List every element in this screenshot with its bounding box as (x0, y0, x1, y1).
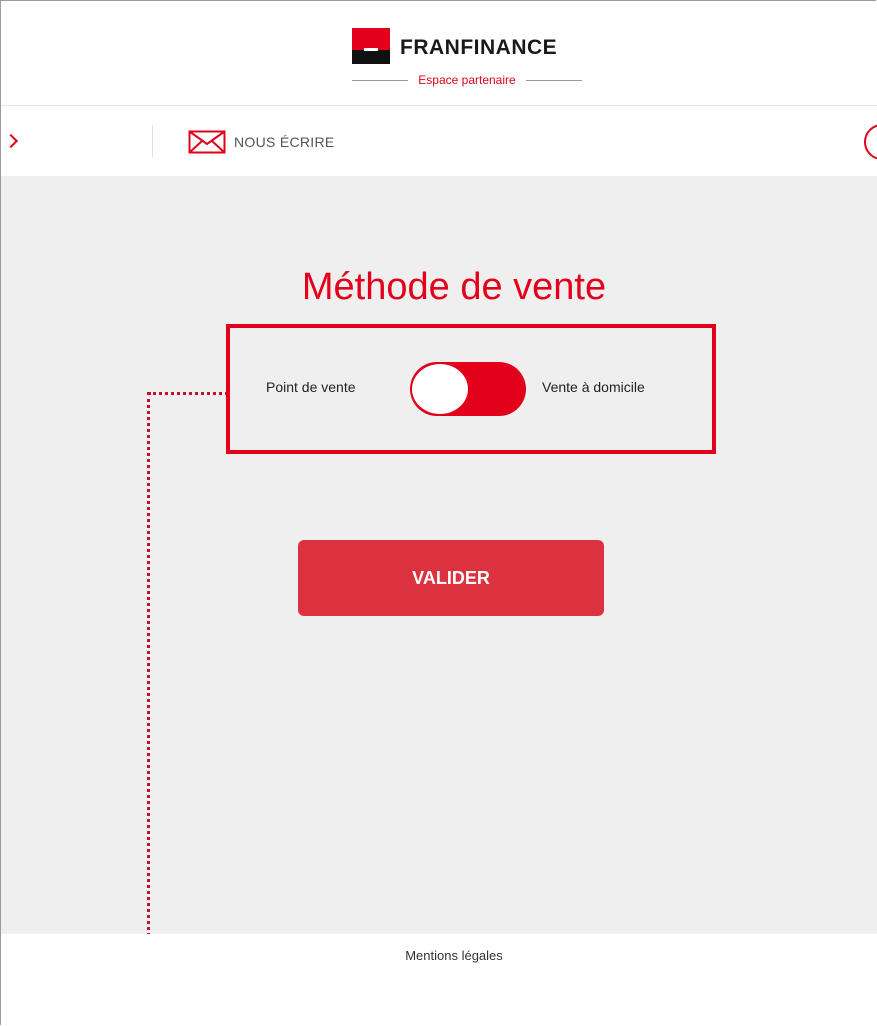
logo-mark-icon (352, 28, 390, 64)
envelope-icon (188, 130, 226, 154)
sales-method-toggle[interactable] (410, 362, 526, 416)
callout-line-horizontal (148, 392, 228, 395)
contact-link[interactable]: NOUS ÉCRIRE (188, 130, 335, 154)
franfinance-logo[interactable] (352, 28, 390, 64)
brand-name: FRANFINANCE (400, 36, 558, 59)
toolbar-separator (152, 125, 153, 157)
toggle-label-left[interactable]: Point de vente (266, 379, 356, 395)
toggle-label-right[interactable]: Vente à domicile (542, 379, 645, 395)
toggle-knob[interactable] (412, 364, 468, 414)
legal-mentions-link[interactable]: Mentions légales (0, 948, 877, 963)
validate-button[interactable]: VALIDER (298, 540, 604, 616)
divider (352, 79, 409, 81)
toolbar (1, 106, 877, 176)
brand-subtitle-row: Espace partenaire (352, 73, 582, 87)
page-title: Méthode de vente (301, 266, 607, 308)
callout-line-vertical (147, 392, 150, 1026)
contact-label: NOUS ÉCRIRE (234, 134, 335, 150)
brand-subtitle: Espace partenaire (418, 73, 516, 87)
divider (525, 79, 582, 81)
